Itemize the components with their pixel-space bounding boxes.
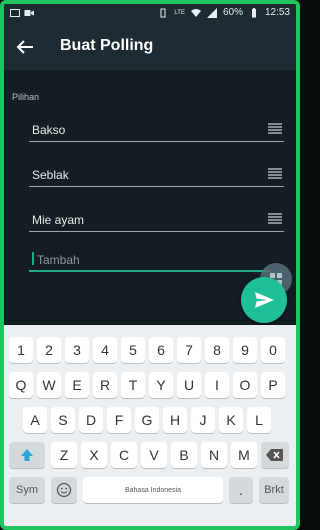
poll-option-2[interactable]: Seblak xyxy=(29,162,284,187)
video-icon xyxy=(24,10,34,16)
key-x[interactable]: X xyxy=(81,442,107,468)
key-1[interactable]: 1 xyxy=(9,337,33,363)
poll-option-3[interactable]: Mie ayam xyxy=(29,207,284,232)
poll-option-text[interactable]: Seblak xyxy=(32,168,69,182)
key-k[interactable]: K xyxy=(219,407,243,433)
key-v[interactable]: V xyxy=(141,442,167,468)
signal-icon xyxy=(206,7,217,18)
period-key[interactable]: . xyxy=(229,477,253,503)
key-3[interactable]: 3 xyxy=(65,337,89,363)
key-4[interactable]: 4 xyxy=(93,337,117,363)
key-b[interactable]: B xyxy=(171,442,197,468)
key-f[interactable]: F xyxy=(107,407,131,433)
key-g[interactable]: G xyxy=(135,407,159,433)
key-5[interactable]: 5 xyxy=(121,337,145,363)
page-title: Buat Polling xyxy=(60,37,154,54)
key-h[interactable]: H xyxy=(163,407,187,433)
message-icon xyxy=(10,9,20,17)
section-label: Pilihan xyxy=(12,92,40,102)
battery-icon xyxy=(251,7,256,17)
network-label: LTE xyxy=(174,9,185,16)
send-button[interactable] xyxy=(241,277,287,323)
key-8[interactable]: 8 xyxy=(205,337,229,363)
key-a[interactable]: A xyxy=(23,407,47,433)
key-0[interactable]: 0 xyxy=(261,337,285,363)
phone-screen: LTE 60% 12:53 Buat Polling Pilihan Bakso… xyxy=(0,0,300,530)
clock: 12:53 xyxy=(264,7,290,18)
backspace-icon xyxy=(266,449,283,461)
poll-option-text[interactable]: Mie ayam xyxy=(32,213,84,227)
key-9[interactable]: 9 xyxy=(233,337,257,363)
key-7[interactable]: 7 xyxy=(177,337,201,363)
key-n[interactable]: N xyxy=(201,442,227,468)
keyboard: 1 2 3 4 5 6 7 8 9 0 Q W E R T Y U I O P … xyxy=(4,325,296,526)
key-6[interactable]: 6 xyxy=(149,337,173,363)
app-bar: Buat Polling xyxy=(4,24,296,70)
key-p[interactable]: P xyxy=(261,372,285,398)
status-bar: LTE 60% 12:53 xyxy=(4,4,296,24)
drag-handle-icon[interactable] xyxy=(268,123,282,134)
wifi-icon xyxy=(190,8,201,17)
vibrate-icon xyxy=(160,8,166,17)
add-option-placeholder: Tambah xyxy=(37,253,80,267)
drag-handle-icon[interactable] xyxy=(268,213,282,224)
send-icon xyxy=(255,292,274,308)
drag-handle-icon[interactable] xyxy=(268,168,282,179)
emoji-key[interactable] xyxy=(51,477,77,503)
key-o[interactable]: O xyxy=(233,372,257,398)
key-2[interactable]: 2 xyxy=(37,337,61,363)
text-cursor xyxy=(32,252,34,265)
sym-key[interactable]: Sym xyxy=(9,477,45,503)
backspace-key[interactable] xyxy=(261,442,289,468)
key-i[interactable]: I xyxy=(205,372,229,398)
key-m[interactable]: M xyxy=(231,442,257,468)
key-z[interactable]: Z xyxy=(51,442,77,468)
battery-percent: 60% xyxy=(222,7,243,18)
arrow-left-icon[interactable] xyxy=(14,36,36,58)
key-r[interactable]: R xyxy=(93,372,117,398)
space-key[interactable]: Bahasa Indonesia xyxy=(83,477,223,503)
poll-option-1[interactable]: Bakso xyxy=(29,117,284,142)
shift-key[interactable] xyxy=(9,442,45,468)
key-j[interactable]: J xyxy=(191,407,215,433)
key-c[interactable]: C xyxy=(111,442,137,468)
key-l[interactable]: L xyxy=(247,407,271,433)
key-y[interactable]: Y xyxy=(149,372,173,398)
key-d[interactable]: D xyxy=(79,407,103,433)
key-q[interactable]: Q xyxy=(9,372,33,398)
emoji-icon xyxy=(56,482,72,498)
add-option-field[interactable]: Tambah xyxy=(29,248,269,272)
poll-option-text[interactable]: Bakso xyxy=(32,123,65,137)
key-e[interactable]: E xyxy=(65,372,89,398)
key-u[interactable]: U xyxy=(177,372,201,398)
shift-icon xyxy=(21,449,33,461)
key-t[interactable]: T xyxy=(121,372,145,398)
enter-key[interactable]: Brkt xyxy=(259,477,289,503)
poll-options-area: Pilihan Bakso Seblak Mie ayam Tambah xyxy=(4,70,296,325)
key-w[interactable]: W xyxy=(37,372,61,398)
key-s[interactable]: S xyxy=(51,407,75,433)
